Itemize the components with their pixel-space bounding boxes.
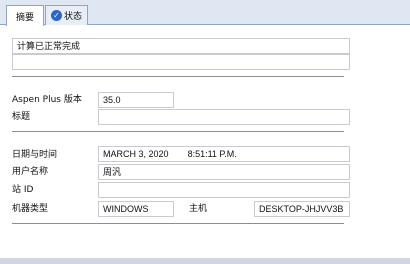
machine-type-field[interactable]: WINDOWS [98, 201, 174, 217]
version-field[interactable]: 35.0 [98, 92, 174, 108]
divider-1 [12, 76, 344, 77]
datetime-label: 日期与时间 [12, 150, 58, 160]
divider-2 [12, 131, 344, 132]
datetime-field[interactable]: MARCH 3, 2020 8:51:11 P.M. [98, 146, 350, 162]
summary-message-text: 计算已正常完成 [17, 41, 81, 51]
host-field[interactable]: DESKTOP-JHJVV3B [254, 201, 350, 217]
user-value: 周汎 [103, 167, 122, 177]
host-label: 主机 [189, 204, 208, 214]
machine-type-value: WINDOWS [103, 204, 149, 214]
tab-summary[interactable]: 摘要 [6, 5, 44, 26]
tab-summary-label: 摘要 [15, 12, 34, 23]
version-value: 35.0 [103, 95, 121, 105]
tab-status[interactable]: ✓ 状态 [45, 5, 88, 25]
summary-message-field[interactable]: 计算已正常完成 [12, 38, 350, 54]
time-value: 8:51:11 P.M. [187, 149, 237, 159]
date-value: MARCH 3, 2020 [103, 149, 169, 159]
tab-status-label: 状态 [63, 12, 82, 22]
station-field[interactable] [98, 182, 350, 198]
summary-panel: 计算已正常完成 Aspen Plus 版本 35.0 标题 日期与时间 MARC… [0, 25, 410, 264]
host-value: DESKTOP-JHJVV3B [259, 204, 344, 214]
version-label: Aspen Plus 版本 [12, 95, 82, 105]
title-field[interactable] [98, 109, 350, 125]
station-label: 站 ID [12, 185, 34, 195]
bottom-strip [0, 258, 410, 264]
user-field[interactable]: 周汎 [98, 164, 350, 180]
tab-bar: 摘要 ✓ 状态 [0, 0, 410, 26]
summary-message-line2-field[interactable] [12, 54, 350, 70]
title-label: 标题 [12, 112, 31, 122]
machine-type-label: 机器类型 [12, 204, 49, 214]
check-icon: ✓ [50, 10, 62, 21]
user-label: 用户名称 [12, 167, 49, 177]
divider-3 [12, 223, 344, 224]
